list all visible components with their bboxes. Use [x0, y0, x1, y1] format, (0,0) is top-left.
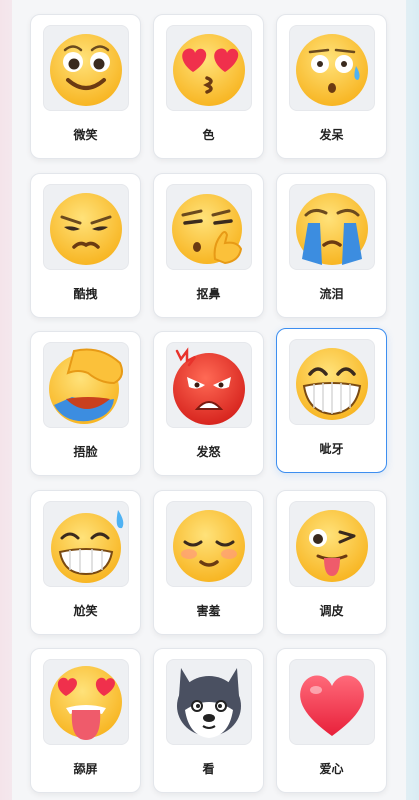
emoji-label: 抠鼻 — [196, 287, 221, 301]
emoji-label: 尬笑 — [73, 604, 98, 618]
shy-icon — [166, 501, 252, 587]
emoji-card-grin-teeth[interactable]: 呲牙 — [276, 328, 387, 473]
emoji-label: 色 — [202, 128, 215, 142]
emoji-card-awkward-smile[interactable]: 尬笑 — [30, 490, 141, 635]
emoji-card-crying[interactable]: 流泪 — [276, 173, 387, 318]
crying-icon — [289, 184, 375, 270]
emoji-card-wink-tongue[interactable]: 调皮 — [276, 490, 387, 635]
smile-icon — [43, 25, 129, 111]
heart-icon — [289, 659, 375, 745]
emoji-card-heart-eyes[interactable]: 色 — [153, 14, 264, 159]
grin-teeth-icon — [289, 339, 375, 425]
emoji-label: 流泪 — [319, 287, 344, 301]
emoji-card-shy[interactable]: 害羞 — [153, 490, 264, 635]
emoji-label: 呲牙 — [319, 442, 344, 456]
emoji-label: 看 — [202, 762, 215, 776]
emoji-card-daze[interactable]: 发呆 — [276, 14, 387, 159]
lick-screen-icon — [43, 659, 129, 745]
emoji-label: 害羞 — [196, 604, 221, 618]
daze-icon — [289, 25, 375, 111]
emoji-label: 发呆 — [319, 128, 344, 142]
emoji-picker-panel: 微笑 色 发呆 酷拽 抠鼻 流泪 捂脸 发怒 呲牙 尬笑 害羞 调皮 舔屏 看 … — [12, 0, 406, 800]
emoji-label: 发怒 — [196, 445, 221, 459]
pick-nose-icon — [166, 184, 252, 270]
emoji-label: 爱心 — [319, 762, 344, 776]
emoji-card-smile[interactable]: 微笑 — [30, 14, 141, 159]
husky-look-icon — [166, 659, 252, 745]
facepalm-icon — [43, 342, 129, 428]
emoji-label: 调皮 — [319, 604, 344, 618]
emoji-card-pick-nose[interactable]: 抠鼻 — [153, 173, 264, 318]
emoji-label: 捂脸 — [73, 445, 98, 459]
emoji-card-heart[interactable]: 爱心 — [276, 648, 387, 793]
angry-icon — [166, 342, 252, 428]
emoji-label: 舔屏 — [73, 762, 98, 776]
wink-tongue-icon — [289, 501, 375, 587]
emoji-card-lick-screen[interactable]: 舔屏 — [30, 648, 141, 793]
emoji-card-husky[interactable]: 看 — [153, 648, 264, 793]
cool-smug-icon — [43, 184, 129, 270]
emoji-label: 微笑 — [73, 128, 98, 142]
awkward-smile-icon — [43, 501, 129, 587]
emoji-label: 酷拽 — [73, 287, 98, 301]
heart-eyes-kiss-icon — [166, 25, 252, 111]
emoji-card-angry[interactable]: 发怒 — [153, 331, 264, 476]
emoji-card-facepalm[interactable]: 捂脸 — [30, 331, 141, 476]
emoji-card-cool-smug[interactable]: 酷拽 — [30, 173, 141, 318]
